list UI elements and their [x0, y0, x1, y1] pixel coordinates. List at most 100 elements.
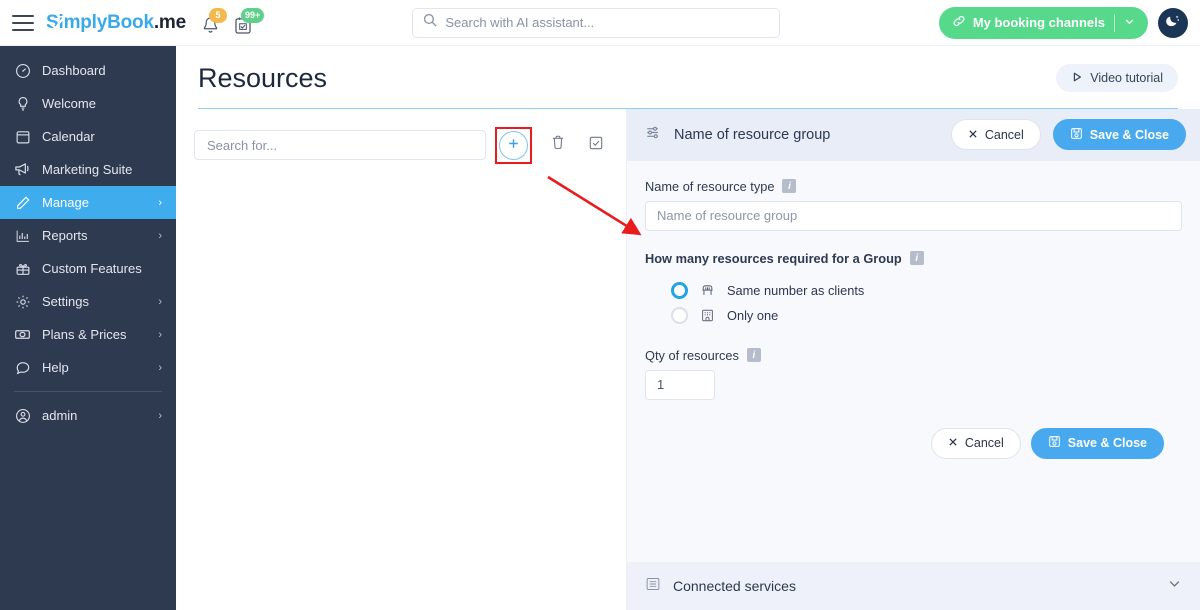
sidebar-item-label: Settings [42, 294, 89, 309]
top-right-actions: My booking channels [938, 6, 1188, 39]
global-search-box[interactable] [412, 7, 781, 38]
global-search-input[interactable] [445, 15, 770, 30]
cancel-label: Cancel [964, 436, 1004, 451]
how-many-field-label: How many resources required for a Group … [645, 251, 1182, 266]
list-search-input[interactable] [207, 137, 473, 153]
sidebar-item-label: Dashboard [42, 63, 106, 78]
save-disk-icon [1048, 435, 1061, 451]
header-cancel-label: Cancel [984, 127, 1024, 142]
checkbox-icon [588, 135, 604, 156]
qty-of-resources-input[interactable] [645, 369, 715, 400]
header-save-close-label: Save & Close [1089, 127, 1169, 142]
sidebar-item-help[interactable]: Help › [0, 351, 176, 384]
user-circle-icon [14, 407, 31, 424]
sidebar-item-calendar[interactable]: Calendar [0, 120, 176, 153]
radio-option-same-number-as-clients[interactable]: Same number as clients [671, 278, 1182, 303]
close-icon [968, 128, 978, 142]
sidebar-chevron: › [158, 328, 162, 341]
radio-button-selected[interactable] [671, 281, 688, 299]
info-icon[interactable]: i [782, 179, 797, 194]
page-title: Resources [198, 63, 328, 93]
bell-icon[interactable]: 5 [200, 7, 227, 35]
link-icon [952, 14, 966, 31]
save-close-button[interactable]: Save & Close [1030, 427, 1164, 459]
sidebar-item-dashboard[interactable]: Dashboard [0, 54, 176, 87]
brand-logo[interactable]: Simply Book .me [46, 12, 186, 34]
brand-s-mark: S [46, 12, 65, 34]
main-content: Resources Video tutorial Search for... N… [176, 46, 1200, 610]
calendar-icon [14, 128, 31, 145]
radio-button-unselected[interactable] [671, 306, 688, 324]
sidebar-item-label: admin [42, 408, 78, 423]
header-cancel-button[interactable]: Cancel [950, 119, 1041, 151]
sidebar-chevron: › [158, 196, 162, 209]
radio-option-only-one[interactable]: Only one [671, 303, 1182, 328]
resource-group-detail-panel: Name of resource group Cancel Save & Clo… [626, 108, 1200, 610]
speedometer-icon [14, 62, 31, 79]
connected-services-section[interactable]: Connected services [627, 562, 1200, 610]
connected-services-title: Connected services [673, 578, 796, 594]
delete-button[interactable] [546, 133, 570, 157]
banknote-icon [14, 326, 31, 343]
my-booking-channels-button[interactable]: My booking channels [938, 6, 1148, 39]
calendar-badge: 99+ [240, 7, 265, 23]
sidebar-item-reports[interactable]: Reports › [0, 219, 176, 252]
add-button-highlight [495, 126, 532, 164]
list-toolbar [194, 126, 608, 164]
lightbulb-icon [14, 95, 31, 112]
building-icon [699, 307, 716, 324]
name-field-label: Name of resource type i [645, 179, 1182, 194]
sidebar-item-marketing-suite[interactable]: Marketing Suite [0, 153, 176, 186]
how-many-radio-group: Same number as clients Only one [671, 278, 1182, 328]
sliders-icon [645, 124, 662, 146]
sidebar-item-settings[interactable]: Settings › [0, 285, 176, 318]
sidebar-item-plans-prices[interactable]: Plans & Prices › [0, 318, 176, 351]
chevron-down-icon[interactable] [1167, 576, 1182, 596]
brand-part3: .me [153, 11, 186, 33]
cancel-button[interactable]: Cancel [930, 427, 1021, 459]
resources-list-column [176, 109, 626, 610]
page-header: Resources Video tutorial [176, 46, 1200, 94]
brand-part2: Book [107, 11, 154, 33]
sidebar-item-label: Welcome [42, 96, 96, 111]
list-search-box[interactable] [194, 130, 486, 161]
theme-toggle-button[interactable] [1158, 7, 1188, 38]
detail-panel-actions: Cancel Save & Close [645, 400, 1182, 459]
sidebar-item-custom-features[interactable]: Custom Features [0, 252, 176, 285]
hamburger-icon[interactable] [12, 14, 34, 31]
video-tutorial-button[interactable]: Video tutorial [1056, 64, 1178, 92]
name-field-label-text: Name of resource type [645, 178, 775, 194]
info-icon[interactable]: i [746, 348, 761, 363]
sidebar-item-admin[interactable]: admin › [0, 399, 176, 432]
radio-label: Same number as clients [727, 282, 865, 298]
header-save-close-button[interactable]: Save & Close [1052, 119, 1186, 151]
info-icon[interactable]: i [909, 251, 924, 266]
sidebar-chevron: › [158, 409, 162, 422]
calendar-check-icon[interactable]: 99+ [232, 7, 265, 35]
top-bar: Simply Book .me 5 99+ Search with AI ass… [0, 0, 1200, 46]
sidebar-item-label: Calendar [42, 129, 95, 144]
sidebar-item-welcome[interactable]: Welcome [0, 87, 176, 120]
button-divider [1114, 13, 1115, 32]
select-all-button[interactable] [584, 133, 608, 157]
add-resource-button[interactable] [499, 130, 528, 160]
save-close-label: Save & Close [1067, 436, 1147, 451]
app-root: Simply Book .me 5 99+ Search with AI ass… [0, 0, 1200, 610]
detail-panel-title: Name of resource group [674, 126, 831, 143]
chevron-down-icon[interactable] [1124, 15, 1135, 30]
global-search-wrapper [254, 7, 939, 38]
sidebar-item-manage[interactable]: Manage › [0, 186, 176, 219]
video-tutorial-label: Video tutorial [1090, 71, 1163, 85]
chair-icon [699, 282, 716, 299]
bell-badge: 5 [208, 7, 227, 23]
resources-list-empty [194, 164, 608, 464]
save-disk-icon [1070, 127, 1083, 143]
qty-field-label: Qty of resources i [645, 348, 1182, 363]
sidebar-item-label: Help [42, 360, 69, 375]
megaphone-icon [14, 161, 31, 178]
sidebar: Dashboard Welcome Calendar Marketing Sui… [0, 46, 176, 610]
my-booking-channels-label: My booking channels [972, 15, 1105, 30]
app-body: Dashboard Welcome Calendar Marketing Sui… [0, 46, 1200, 610]
name-of-resource-type-input[interactable] [645, 200, 1182, 231]
brand-part1: imply [58, 11, 108, 33]
